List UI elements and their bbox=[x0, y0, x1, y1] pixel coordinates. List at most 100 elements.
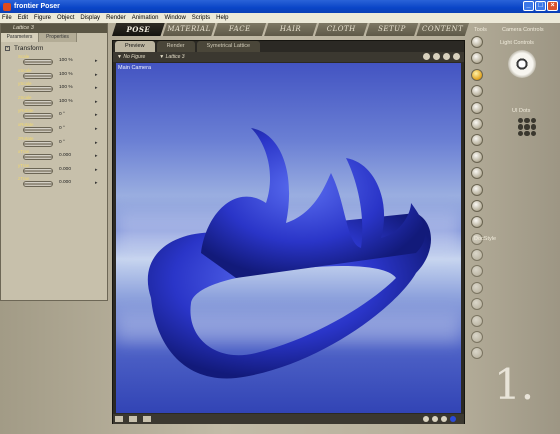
menu-render[interactable]: Render bbox=[106, 15, 126, 21]
tool-button[interactable] bbox=[471, 68, 483, 81]
tool-button[interactable] bbox=[471, 298, 483, 311]
close-button[interactable]: × bbox=[547, 1, 558, 11]
tab-material[interactable]: MATERIAL bbox=[162, 23, 216, 36]
param-value[interactable]: 0 ° bbox=[59, 126, 65, 131]
tool-button[interactable] bbox=[471, 150, 483, 163]
param-dial[interactable] bbox=[23, 72, 53, 79]
ui-dot[interactable] bbox=[524, 130, 530, 136]
tool-button[interactable] bbox=[471, 314, 483, 327]
figure-select[interactable]: ▼ No Figure bbox=[117, 54, 145, 60]
param-dial[interactable] bbox=[23, 126, 53, 133]
tab-content[interactable]: CONTENT bbox=[416, 23, 470, 36]
tab-hair[interactable]: HAIR bbox=[264, 23, 317, 36]
tool-button[interactable] bbox=[471, 85, 483, 98]
color-dot[interactable] bbox=[423, 416, 429, 422]
ui-dot[interactable] bbox=[524, 124, 530, 130]
ui-dot[interactable] bbox=[518, 124, 524, 130]
ring-model[interactable] bbox=[116, 63, 461, 413]
tool-button[interactable] bbox=[471, 52, 483, 65]
param-menu-icon[interactable]: ▸ bbox=[95, 140, 98, 146]
tab-symmetrical-lattice[interactable]: Symetrical Lattice bbox=[196, 41, 261, 52]
param-value[interactable]: 0 ° bbox=[59, 112, 65, 117]
collapse-icon[interactable]: - bbox=[5, 46, 10, 51]
menu-animation[interactable]: Animation bbox=[132, 15, 159, 21]
menu-figure[interactable]: Figure bbox=[34, 15, 51, 21]
param-dial[interactable] bbox=[23, 167, 53, 174]
param-dial[interactable] bbox=[23, 99, 53, 106]
param-menu-icon[interactable]: ▸ bbox=[95, 153, 98, 159]
param-dial[interactable] bbox=[23, 59, 53, 65]
ui-dots-grid[interactable] bbox=[518, 118, 536, 136]
color-dot[interactable] bbox=[432, 416, 438, 422]
camera-icon[interactable] bbox=[443, 53, 450, 60]
ui-dot[interactable] bbox=[530, 124, 536, 130]
param-value[interactable]: 0 ° bbox=[59, 140, 65, 145]
tab-pose[interactable]: POSE bbox=[112, 23, 165, 36]
ui-dot[interactable] bbox=[518, 130, 524, 136]
ui-dot[interactable] bbox=[524, 118, 530, 124]
tab-cloth[interactable]: CLOTH bbox=[314, 23, 368, 36]
param-dial[interactable] bbox=[23, 140, 53, 147]
light-control-dial[interactable] bbox=[508, 50, 536, 78]
param-value[interactable]: 100 % bbox=[59, 72, 73, 77]
param-dial[interactable] bbox=[23, 154, 53, 161]
param-menu-icon[interactable]: ▸ bbox=[95, 72, 98, 78]
color-dot[interactable] bbox=[450, 416, 456, 422]
tool-button[interactable] bbox=[471, 101, 483, 114]
ui-dot[interactable] bbox=[518, 118, 524, 124]
tool-button[interactable] bbox=[471, 134, 483, 147]
param-menu-icon[interactable]: ▸ bbox=[95, 167, 98, 173]
tool-button[interactable] bbox=[471, 117, 483, 130]
minimize-button[interactable]: _ bbox=[523, 1, 534, 11]
menu-window[interactable]: Window bbox=[164, 15, 185, 21]
grid-icon[interactable] bbox=[433, 53, 440, 60]
menu-edit[interactable]: Edit bbox=[18, 15, 28, 21]
param-menu-icon[interactable]: ▸ bbox=[95, 85, 98, 91]
param-menu-icon[interactable]: ▸ bbox=[95, 112, 98, 118]
param-menu-icon[interactable]: ▸ bbox=[95, 180, 98, 186]
tool-button[interactable] bbox=[471, 281, 483, 294]
tool-button[interactable] bbox=[471, 183, 483, 196]
param-value[interactable]: 100 % bbox=[59, 58, 73, 63]
param-menu-icon[interactable]: ▸ bbox=[95, 126, 98, 132]
tab-render[interactable]: Render bbox=[156, 41, 195, 52]
param-value[interactable]: 0.000 bbox=[59, 180, 71, 185]
options-icon[interactable] bbox=[453, 53, 460, 60]
param-menu-icon[interactable]: ▸ bbox=[95, 99, 98, 105]
tool-button[interactable] bbox=[471, 199, 483, 212]
ui-dot[interactable] bbox=[530, 118, 536, 124]
tab-face[interactable]: FACE bbox=[213, 23, 267, 36]
tool-button[interactable] bbox=[471, 249, 483, 262]
tab-setup[interactable]: SETUP bbox=[365, 23, 419, 36]
tool-button[interactable] bbox=[471, 216, 483, 229]
menu-file[interactable]: File bbox=[2, 15, 12, 21]
tab-preview[interactable]: Preview bbox=[115, 41, 155, 52]
maximize-button[interactable]: □ bbox=[535, 1, 546, 11]
scale-icon[interactable] bbox=[143, 416, 151, 422]
tool-button[interactable] bbox=[471, 331, 483, 344]
panel-title[interactable]: Lattice 3 bbox=[1, 24, 107, 33]
tool-button[interactable] bbox=[471, 167, 483, 180]
group-transform[interactable]: - Transform bbox=[1, 42, 107, 54]
param-value[interactable]: 100 % bbox=[59, 99, 73, 104]
3d-viewport[interactable]: Main Camera bbox=[116, 63, 461, 413]
param-dial[interactable] bbox=[23, 181, 53, 188]
tool-button[interactable] bbox=[471, 265, 483, 278]
menu-help[interactable]: Help bbox=[216, 15, 228, 21]
move-icon[interactable] bbox=[115, 416, 123, 422]
tool-button[interactable] bbox=[471, 36, 483, 48]
menu-display[interactable]: Display bbox=[80, 15, 100, 21]
menu-scripts[interactable]: Scripts bbox=[192, 15, 210, 21]
menu-object[interactable]: Object bbox=[57, 15, 74, 21]
param-value[interactable]: 0.000 bbox=[59, 167, 71, 172]
tab-properties[interactable]: Properties bbox=[39, 33, 77, 42]
param-menu-icon[interactable]: ▸ bbox=[95, 58, 98, 64]
tab-parameters[interactable]: Parameters bbox=[1, 33, 39, 42]
color-dot[interactable] bbox=[441, 416, 447, 422]
param-value[interactable]: 100 % bbox=[59, 85, 73, 90]
tool-button[interactable] bbox=[471, 347, 483, 360]
actor-select[interactable]: ▼ Lattice 3 bbox=[159, 54, 184, 60]
param-dial[interactable] bbox=[23, 113, 53, 120]
param-value[interactable]: 0.000 bbox=[59, 153, 71, 158]
param-dial[interactable] bbox=[23, 86, 53, 93]
